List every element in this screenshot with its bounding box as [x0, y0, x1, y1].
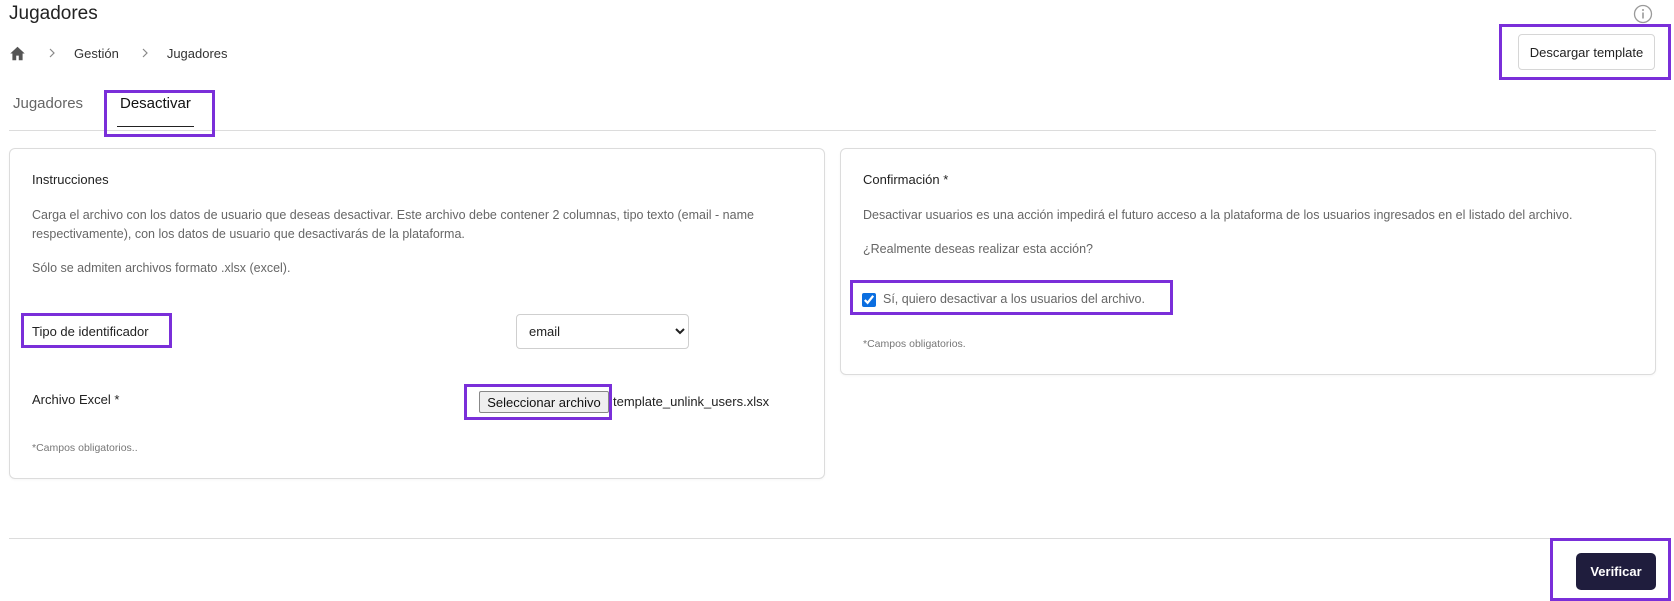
- breadcrumb-item-gestion[interactable]: Gestión: [74, 46, 119, 61]
- download-template-button[interactable]: Descargar template: [1518, 34, 1655, 70]
- divider: [9, 538, 1656, 539]
- chevron-right-icon: [142, 48, 148, 58]
- tab-desactivar[interactable]: Desactivar: [117, 92, 194, 130]
- required-fields-note: *Campos obligatorios.: [863, 338, 966, 350]
- active-tab-indicator: [117, 126, 194, 127]
- confirmation-card: Confirmación * Desactivar usuarios es un…: [840, 148, 1656, 375]
- confirmation-title: Confirmación *: [863, 172, 949, 187]
- identifier-type-label: Tipo de identificador: [32, 324, 149, 339]
- instructions-format-note: Sólo se admiten archivos formato .xlsx (…: [32, 261, 291, 275]
- confirm-deactivate-label[interactable]: Sí, quiero desactivar a los usuarios del…: [883, 290, 1145, 309]
- instructions-title: Instrucciones: [32, 172, 109, 187]
- verify-button[interactable]: Verificar: [1576, 553, 1656, 590]
- chevron-right-icon: [49, 48, 55, 58]
- tab-bar: Jugadores Desactivar: [9, 92, 1656, 131]
- identifier-type-select[interactable]: email: [516, 314, 689, 349]
- confirmation-question: ¿Realmente deseas realizar esta acción?: [863, 242, 1093, 256]
- excel-file-label: Archivo Excel *: [32, 392, 120, 407]
- required-fields-note: *Campos obligatorios..: [32, 442, 138, 454]
- tab-label: Jugadores: [13, 95, 84, 112]
- instructions-card: Instrucciones Carga el archivo con los d…: [9, 148, 825, 479]
- page-title: Jugadores: [9, 3, 98, 24]
- home-icon[interactable]: [9, 45, 26, 62]
- select-file-button[interactable]: Seleccionar archivo: [479, 391, 609, 413]
- selected-file-name: template_unlink_users.xlsx: [613, 394, 770, 409]
- confirmation-text: Desactivar usuarios es una acción impedi…: [863, 208, 1573, 222]
- tab-label: Desactivar: [120, 95, 191, 112]
- confirm-deactivate-checkbox[interactable]: [862, 293, 876, 307]
- breadcrumb-item-jugadores[interactable]: Jugadores: [167, 46, 228, 61]
- info-icon[interactable]: [1633, 4, 1653, 24]
- breadcrumb: Gestión Jugadores: [9, 43, 228, 63]
- tab-jugadores[interactable]: Jugadores: [13, 92, 83, 130]
- instructions-text: Carga el archivo con los datos de usuari…: [32, 208, 754, 241]
